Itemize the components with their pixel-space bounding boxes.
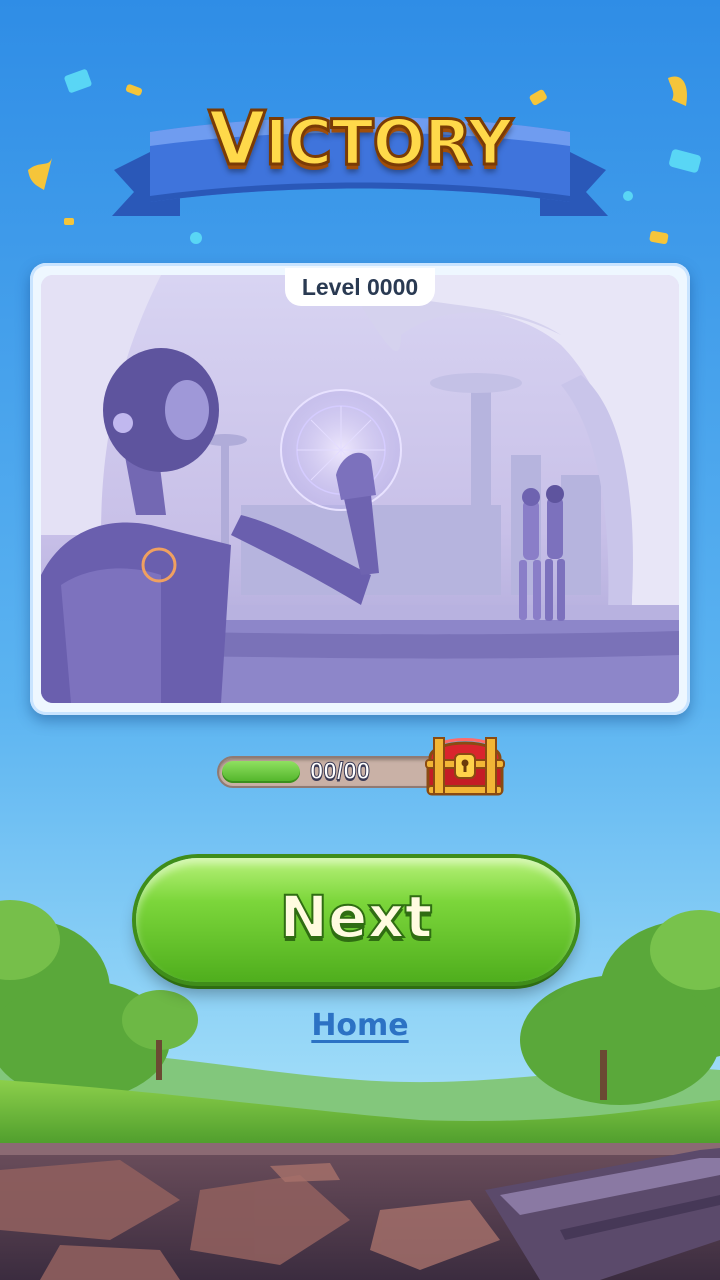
level-label: Level 0000 (301, 273, 419, 300)
robot-city-illustration (41, 275, 679, 703)
reward-progress-text: 00/00 (309, 758, 371, 786)
level-badge: Level 0000 (285, 268, 435, 306)
victory-title: VICTORY (207, 95, 514, 184)
treasure-chest-icon (425, 737, 505, 796)
home-link[interactable]: Home (300, 1008, 420, 1043)
level-picture-card (30, 263, 690, 715)
victory-banner: VICTORY (110, 92, 610, 232)
level-artwork (41, 275, 679, 703)
reward-progress-fill (222, 761, 300, 783)
next-button-label: Next (278, 882, 433, 952)
next-button[interactable]: Next (136, 858, 576, 982)
